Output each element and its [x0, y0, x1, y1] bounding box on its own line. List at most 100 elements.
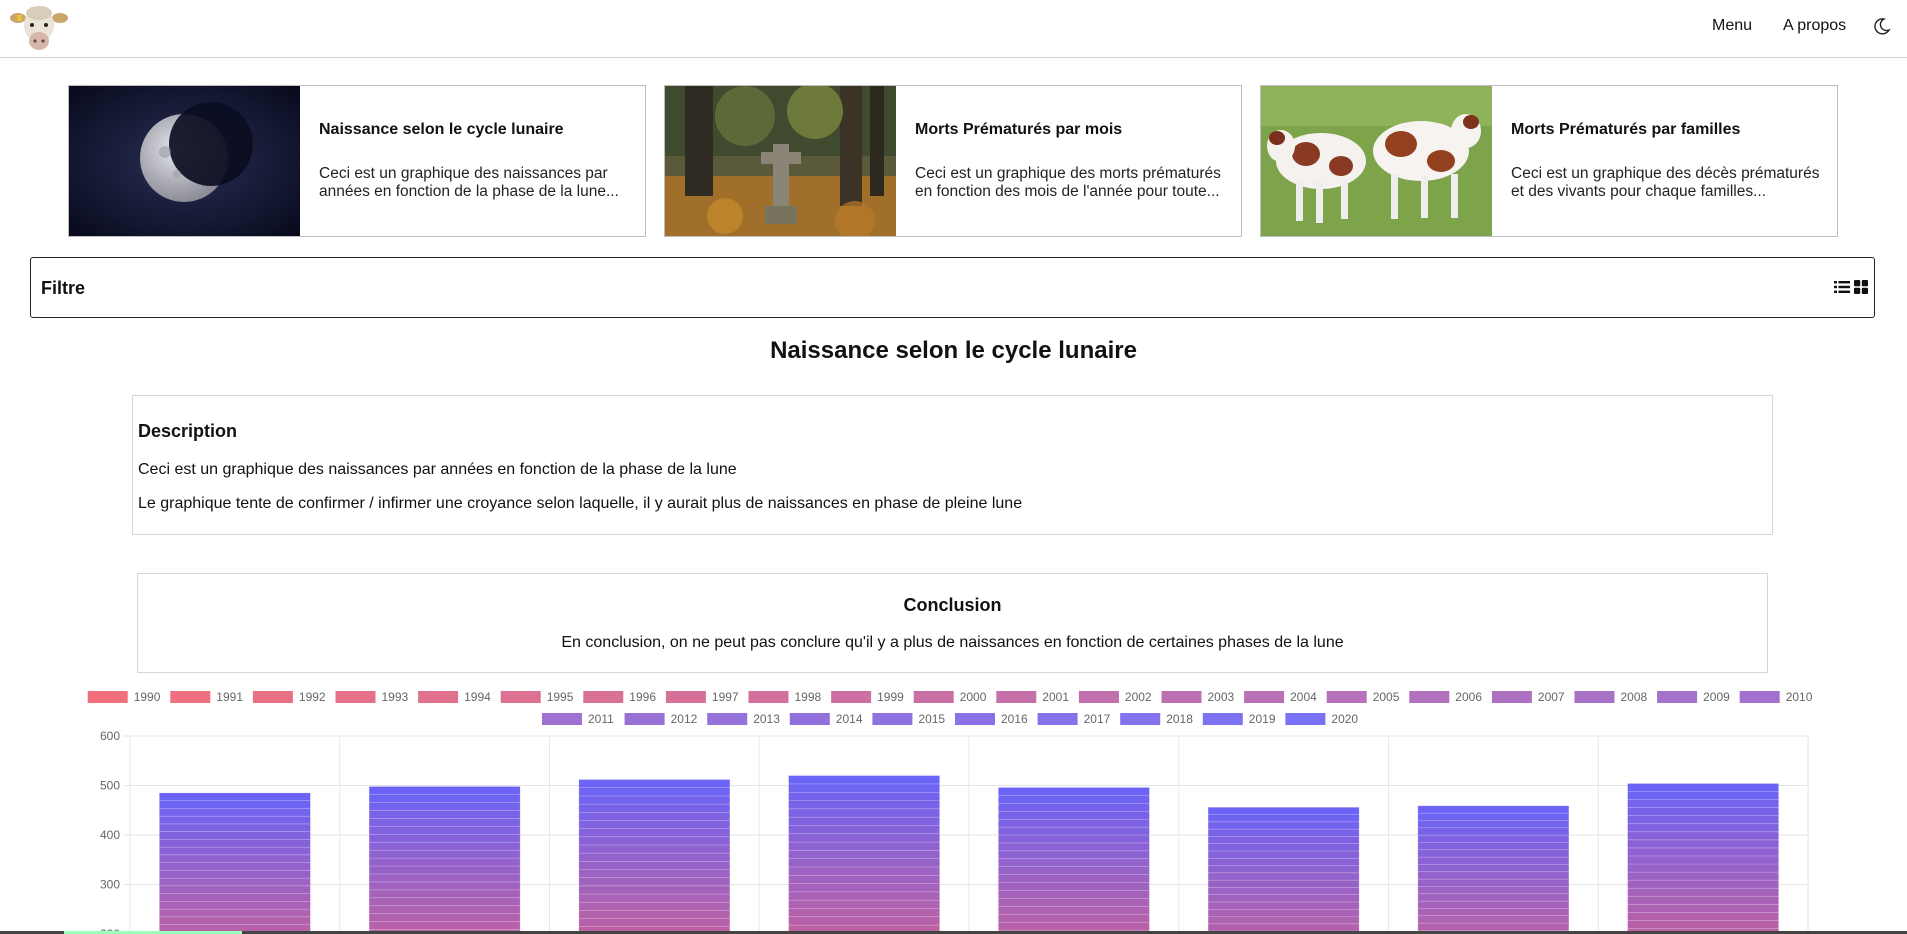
cow-logo[interactable]	[8, 3, 70, 53]
bar-segment	[368, 921, 521, 930]
bar-segment	[1207, 865, 1360, 874]
card-moon-births[interactable]: Naissance selon le cycle lunaire Ceci es…	[68, 85, 646, 237]
list-view-icon[interactable]	[1834, 280, 1850, 294]
description-panel: Description Ceci est un graphique des na…	[132, 395, 1773, 535]
bar-segment	[159, 854, 311, 863]
bar-segment	[1417, 856, 1570, 865]
legend-label: 1996	[629, 690, 656, 704]
bar-segment	[1207, 814, 1360, 823]
nav-menu-link[interactable]: Menu	[1712, 17, 1752, 35]
bar-segment	[1417, 908, 1570, 917]
bar-segment	[1417, 842, 1570, 851]
bar-segment	[1627, 903, 1779, 913]
legend-swatch	[252, 691, 293, 703]
bar-segment	[159, 870, 311, 879]
bar-segment	[1627, 855, 1779, 865]
legend-label: 1995	[547, 690, 574, 704]
bar-segment	[1207, 923, 1360, 932]
bar-segment	[578, 803, 731, 813]
legend-swatch	[665, 691, 706, 703]
bar-segment	[368, 857, 521, 867]
bar-segment	[1627, 807, 1779, 817]
bar-segment	[1627, 799, 1779, 808]
description-paragraph: Ceci est un graphique des naissances par…	[138, 461, 737, 478]
legend-label: 1997	[712, 690, 739, 704]
bar-segment	[159, 800, 311, 809]
bar-segment	[788, 916, 940, 926]
card-text: Ceci est un graphique des décès prématur…	[1511, 165, 1820, 200]
bar-segment	[1207, 843, 1360, 852]
conclusion-text: En conclusion, on ne peut pas conclure q…	[561, 634, 1344, 651]
moon-icon[interactable]	[1873, 17, 1891, 35]
legend-label: 2019	[1249, 712, 1276, 726]
bar-segment	[368, 889, 521, 899]
bar-segment	[159, 885, 311, 894]
description-heading: Description	[138, 421, 238, 441]
card-deaths-by-month[interactable]: Morts Prématurés par mois Ceci est un gr…	[664, 85, 1242, 237]
bar-segment	[578, 918, 731, 928]
bar-segment	[578, 844, 731, 854]
filter-bar[interactable]: Filtre	[30, 257, 1875, 318]
bar-segment	[1417, 886, 1570, 895]
bar-segment	[1627, 823, 1779, 833]
legend-label: 2009	[1703, 690, 1730, 704]
grid-view-icon[interactable]	[1854, 280, 1868, 294]
bar-segment	[1417, 871, 1570, 880]
nav-about-link[interactable]: A propos	[1783, 17, 1846, 35]
bar-segment	[1207, 901, 1360, 910]
bar-segment	[998, 913, 1150, 923]
bar-segment	[788, 883, 940, 893]
bar-segment	[1627, 831, 1779, 841]
navbar: Menu A propos	[0, 0, 1907, 58]
bar-segment	[1417, 915, 1570, 924]
bar-segment	[1207, 850, 1360, 859]
legend-swatch	[335, 691, 376, 703]
bar-segment	[1207, 894, 1360, 903]
births-bar-chart: 1990 1991 1992 1993 1994 1995 1996 1997 1998 1999…	[87, 690, 1813, 934]
legend-label: 2004	[1290, 690, 1317, 704]
bar-segment	[998, 803, 1150, 812]
legend-label: 2013	[753, 712, 780, 726]
legend-label: 2016	[1001, 712, 1028, 726]
bar-segment	[1417, 878, 1570, 887]
bar-segment	[998, 818, 1150, 828]
bar-segment	[578, 820, 731, 829]
description-paragraph: Le graphique tente de confirmer / infirm…	[138, 495, 1023, 512]
bar-segment	[578, 852, 731, 862]
bar-segment	[1207, 908, 1360, 917]
legend-swatch	[1739, 691, 1780, 703]
legend-label: 1992	[299, 690, 326, 704]
legend-swatch	[996, 691, 1037, 703]
bar-segment	[578, 779, 731, 789]
card-text: Ceci est un graphique des morts prématur…	[915, 165, 1221, 200]
filter-label: Filtre	[41, 278, 86, 298]
bar-segment	[368, 897, 521, 907]
bar-segment	[1207, 806, 1360, 815]
card-title: Morts Prématurés par mois	[915, 121, 1123, 138]
bar-segment	[998, 787, 1150, 796]
bar-segment	[1207, 887, 1360, 895]
bar-segment	[159, 831, 311, 840]
legend-swatch	[1657, 691, 1698, 703]
legend-label: 1993	[382, 690, 409, 704]
bar-segment	[578, 787, 731, 797]
bar-segment	[1207, 836, 1360, 844]
legend-label: 2000	[960, 690, 987, 704]
card-text: Ceci est un graphique des naissances par…	[319, 165, 619, 200]
legend-swatch	[1326, 691, 1367, 703]
bar-segment	[998, 842, 1150, 852]
bar-segment	[368, 794, 521, 803]
bar-segment	[578, 877, 731, 887]
bar-segment	[159, 893, 311, 902]
bar-segment	[998, 898, 1150, 907]
legend-swatch	[1574, 691, 1615, 703]
card-deaths-by-family[interactable]: Morts Prématurés par familles Ceci est u…	[1260, 85, 1838, 237]
legend-swatch	[170, 691, 211, 703]
bar-segment	[368, 786, 521, 795]
bar-segment	[578, 901, 731, 911]
legend-swatch	[1285, 713, 1326, 725]
legend-swatch	[1202, 713, 1243, 725]
bar-segment	[368, 825, 521, 835]
legend-swatch	[418, 691, 459, 703]
bar-segment	[368, 849, 521, 859]
